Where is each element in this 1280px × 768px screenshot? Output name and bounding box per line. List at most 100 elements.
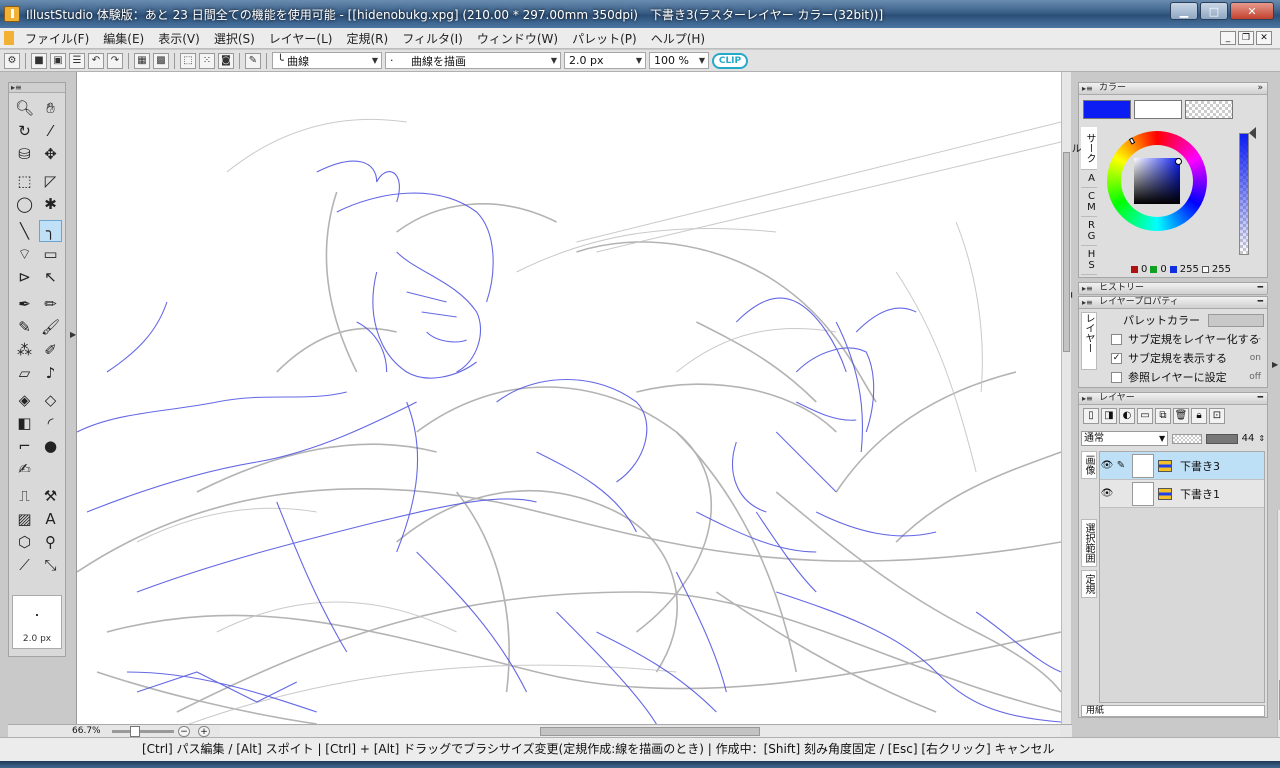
copy-layer-icon[interactable]: ⧉ [1155,408,1171,424]
foreground-color-swatch[interactable] [1083,100,1131,119]
menu-view[interactable]: 表示(V) [151,30,207,47]
layer-property-title[interactable]: ▸≡ レイヤープロパティ ━ [1079,297,1267,309]
line-tool-icon[interactable]: ╲ [13,220,36,242]
zoom-out-icon[interactable]: − [178,726,190,737]
text-tool-icon[interactable]: A [39,508,62,530]
palette-collapse-icon[interactable]: ━ [1258,283,1263,294]
menu-palette[interactable]: パレット(P) [565,30,644,47]
pencil-tool-icon[interactable]: ✏ [39,293,62,315]
color-eyedropper-icon[interactable]: ⌐ [13,435,36,457]
blend-mode-select[interactable]: 通常 ▼ [1081,431,1169,446]
blend-tool-icon[interactable]: ♪ [39,362,62,384]
eraser-tool-icon[interactable]: ▱ [13,362,36,384]
tab-hsv[interactable]: HS [1081,246,1097,275]
app-icon[interactable] [4,6,20,22]
lock-icon[interactable]: 🔒︎ [1191,408,1207,424]
vertical-scroll-thumb[interactable] [1063,152,1070,352]
transform-icon[interactable]: ⊡ [1209,408,1225,424]
transparent-color-swatch[interactable] [1185,100,1233,119]
navigator-icon[interactable]: ▣ [50,52,66,69]
marker-tool-icon[interactable]: ✎ [13,316,36,338]
settings-icon[interactable]: ⚙ [4,52,20,69]
lasso-tool-icon[interactable]: ◯ [13,193,36,215]
camera-icon[interactable]: ◙ [218,52,234,69]
new-tone-layer-icon[interactable]: ◐ [1119,408,1135,424]
eye-icon[interactable]: 👁︎ [1100,460,1114,471]
pen-tool-icon[interactable]: ✎ [245,52,261,69]
palette-expand-icon[interactable]: » [1257,83,1263,94]
delete-layer-icon[interactable]: 🗑︎ [1173,408,1189,424]
opacity-slider-handle-icon[interactable] [1249,127,1256,139]
zoom-select[interactable]: 100 % ▼ [649,52,709,69]
reference-layer-row[interactable]: 参照レイヤーに設定 off [1101,368,1265,386]
curve-type-select[interactable]: ╰ 曲線 ▼ [272,52,382,69]
tab-ruler[interactable]: 定規 [1081,570,1097,598]
tab-selection[interactable]: 選択範囲 [1081,519,1097,567]
rotate-left-icon[interactable]: ↶ [88,52,104,69]
grid-dots-icon[interactable]: ⁙ [199,52,215,69]
ruler-tool-icon[interactable]: ⟋ [13,554,36,576]
minimize-button[interactable]: ▁ [1170,2,1198,20]
menu-help[interactable]: ヘルプ(H) [644,30,712,47]
3d-tool-icon[interactable]: ⬡ [13,531,36,553]
rotate-right-icon[interactable]: ↷ [107,52,123,69]
stamp-tool-icon[interactable]: ⎍ [13,485,36,507]
sub-ruler-show-row[interactable]: ✓ サブ定規を表示する on [1101,349,1265,367]
bucket-tool-icon[interactable]: ◇ [39,389,62,411]
doc-restore-button[interactable]: ❐ [1238,31,1254,45]
new-folder-icon[interactable]: ▭ [1137,408,1153,424]
zoom-slider-track[interactable] [112,730,174,733]
list-icon[interactable]: ☰ [69,52,85,69]
new-vector-layer-icon[interactable]: ◨ [1101,408,1117,424]
menu-select[interactable]: 選択(S) [207,30,262,47]
tone-tool-icon[interactable]: ⚒ [39,485,62,507]
tab-layer[interactable]: レイヤー [1081,312,1097,370]
tab-image[interactable]: 画像 [1081,451,1097,479]
control-point-tool-icon[interactable]: ↖ [39,266,62,288]
canvas-horizontal-scrollbar[interactable] [220,726,1060,737]
doc-minimize-button[interactable]: _ [1220,31,1236,45]
zoom-in-icon[interactable]: + [198,726,210,737]
correction-tool-icon[interactable]: ✍ [13,458,36,480]
palette-collapse-icon[interactable]: ━ [1258,393,1263,404]
paper-layer[interactable]: 用紙 [1081,705,1265,717]
palette-grip-icon[interactable]: ▸≡ [1082,393,1093,404]
layer-row[interactable]: 👁︎ 下書き1 [1100,480,1264,508]
palette-grip[interactable]: ▸≡ [9,83,65,93]
palette-grip-icon[interactable]: ▸≡ [1082,283,1093,294]
grid-icon[interactable]: ▩ [153,52,169,69]
opacity-slider[interactable] [1205,433,1238,444]
menu-ruler[interactable]: 定規(R) [340,30,396,47]
opacity-spin-icon[interactable]: ⇕ [1258,434,1265,443]
move-tool-icon[interactable]: ✥ [39,143,62,165]
layer-row[interactable]: 👁︎ ✎ 下書き3 [1100,452,1264,480]
selection-icon[interactable]: ⬚ [180,52,196,69]
curve-tool-icon[interactable]: ╮ [39,220,62,242]
palette-color-swatch[interactable] [1208,313,1264,327]
brush-size-select[interactable]: 2.0 px ▼ [564,52,646,69]
hue-marker[interactable] [1128,137,1136,145]
stop-icon[interactable]: ■ [31,52,47,69]
drawing-canvas[interactable] [76,72,1061,724]
color-palette-title[interactable]: ▸≡ カラー » [1079,83,1267,95]
tab-alpha[interactable]: A [1081,170,1097,188]
layer-select-tool-icon[interactable]: ⛁ [13,143,36,165]
menu-edit[interactable]: 編集(E) [96,30,151,47]
hand-tool-icon[interactable]: ✋︎ [39,97,62,119]
rectangle-tool-icon[interactable]: ▭ [39,243,62,265]
background-color-swatch[interactable] [1134,100,1182,119]
canvas-vertical-scrollbar[interactable] [1061,72,1071,724]
checker-icon[interactable]: ▦ [134,52,150,69]
polyline-tool-icon[interactable]: ⌔ [13,243,36,265]
shape-tool-icon[interactable]: ◜ [39,412,62,434]
color-wheel[interactable] [1107,131,1207,231]
tab-circle[interactable]: サークル [1069,127,1097,170]
tab-rgb[interactable]: RG [1081,217,1097,246]
poly-select-tool-icon[interactable]: ◸ [39,170,62,192]
brush-tool-icon[interactable]: 🖌︎ [39,316,62,338]
doc-close-button[interactable]: ✕ [1256,31,1272,45]
saturation-value-square[interactable] [1134,158,1180,204]
gradient-tool-icon[interactable]: ◧ [13,412,36,434]
expand-right-arrow-icon[interactable]: ▶ [1272,360,1278,370]
horizontal-scroll-thumb[interactable] [540,727,760,736]
